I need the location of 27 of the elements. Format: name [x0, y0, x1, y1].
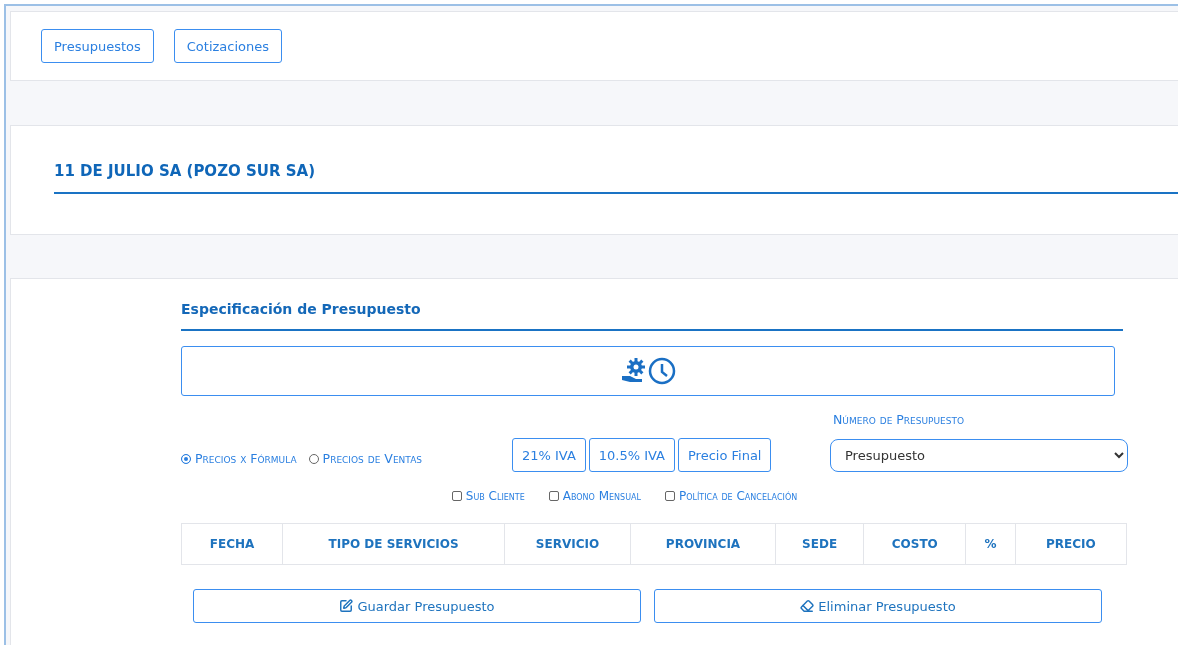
column-header: SEDE: [775, 523, 864, 565]
section-title: Especificación de Presupuesto: [181, 301, 1123, 331]
option-checkbox[interactable]: Abono Mensual: [548, 489, 641, 503]
option-checkbox[interactable]: Sub Cliente: [451, 489, 525, 503]
icon-button[interactable]: [181, 346, 1115, 396]
nav-button[interactable]: Presupuestos: [41, 29, 154, 63]
column-header: PROVINCIA: [630, 523, 776, 565]
option-checkbox[interactable]: Política de Cancelación: [665, 489, 798, 503]
column-header: FECHA: [181, 523, 283, 565]
field-label: Número de Presupuesto: [832, 412, 966, 427]
delete-button[interactable]: Eliminar Presupuesto: [654, 589, 1102, 623]
column-header: COSTO: [863, 523, 966, 565]
tax-button[interactable]: 10.5% IVA: [588, 438, 675, 472]
column-header: %: [965, 523, 1016, 565]
edit-icon: [339, 599, 354, 613]
column-header: PRECIO: [1015, 523, 1127, 565]
client-title: 11 DE JULIO SA (POZO SUR SA): [54, 162, 1178, 194]
tax-button[interactable]: Precio Final: [678, 438, 772, 472]
column-header: SERVICIO: [504, 523, 631, 565]
price-mode-radio[interactable]: Precios de Ventas: [308, 451, 422, 466]
price-mode-radio[interactable]: Precios x Fórmula: [181, 451, 297, 466]
column-header: TIPO DE SERVICIOS: [282, 523, 505, 565]
nav-button[interactable]: Cotizaciones: [173, 29, 283, 63]
save-button[interactable]: Guardar Presupuesto: [193, 589, 641, 623]
tax-button[interactable]: 21% IVA: [511, 438, 586, 472]
eraser-icon: [800, 599, 815, 613]
budget-select[interactable]: Presupuesto: [830, 439, 1128, 472]
